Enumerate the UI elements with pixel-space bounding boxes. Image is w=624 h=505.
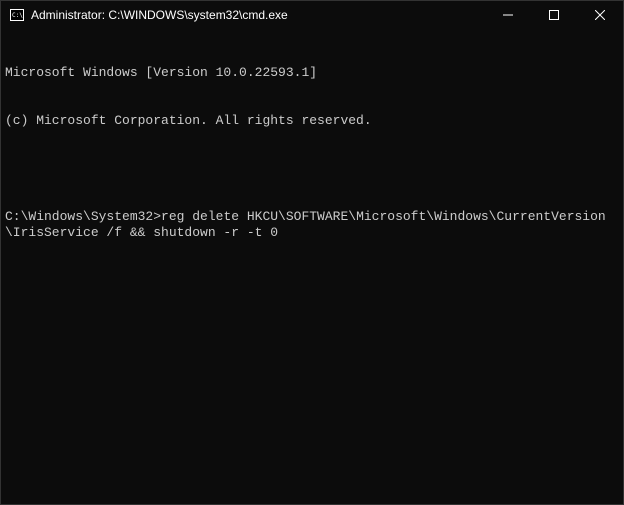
terminal-header-1: Microsoft Windows [Version 10.0.22593.1] <box>5 65 619 81</box>
maximize-icon <box>549 10 559 20</box>
cmd-icon: C:\ <box>9 7 25 23</box>
prompt: C:\Windows\System32> <box>5 209 161 224</box>
terminal-command-line: C:\Windows\System32>reg delete HKCU\SOFT… <box>5 209 619 241</box>
close-button[interactable] <box>577 1 623 29</box>
terminal-blank <box>5 161 619 177</box>
window-controls <box>485 1 623 29</box>
window-title: Administrator: C:\WINDOWS\system32\cmd.e… <box>31 8 485 22</box>
terminal-header-2: (c) Microsoft Corporation. All rights re… <box>5 113 619 129</box>
minimize-icon <box>503 10 513 20</box>
titlebar[interactable]: C:\ Administrator: C:\WINDOWS\system32\c… <box>1 1 623 29</box>
svg-text:C:\: C:\ <box>12 12 23 19</box>
terminal-area[interactable]: Microsoft Windows [Version 10.0.22593.1]… <box>1 29 623 504</box>
cmd-window: C:\ Administrator: C:\WINDOWS\system32\c… <box>0 0 624 505</box>
minimize-button[interactable] <box>485 1 531 29</box>
close-icon <box>595 10 605 20</box>
maximize-button[interactable] <box>531 1 577 29</box>
